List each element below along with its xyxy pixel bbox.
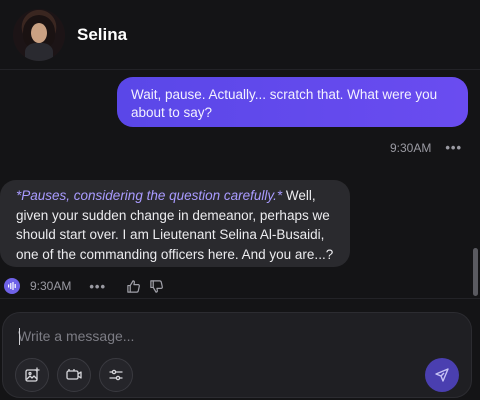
soundwave-icon — [8, 282, 16, 290]
avatar-face — [31, 22, 47, 43]
bot-message-time: 9:30AM — [30, 279, 72, 293]
user-message-bubble: Wait, pause. Actually... scratch that. W… — [117, 77, 468, 127]
message-input[interactable] — [18, 326, 438, 346]
thumbs-up-button[interactable] — [126, 279, 141, 294]
bot-message-meta: 9:30AM ••• — [4, 277, 164, 295]
user-message-time: 9:30AM — [389, 140, 432, 155]
thumbs-down-button[interactable] — [149, 279, 164, 294]
image-icon — [25, 367, 40, 382]
avatar-body — [25, 42, 53, 61]
play-voice-button[interactable] — [4, 278, 20, 294]
user-message-meta: 9:30AM ••• — [390, 140, 462, 155]
thumbs-down-icon — [150, 279, 163, 293]
text-caret — [19, 328, 20, 345]
user-message-more-button[interactable]: ••• — [445, 140, 462, 155]
scrollbar-thumb[interactable] — [473, 248, 478, 296]
send-button[interactable] — [425, 358, 459, 392]
sliders-icon — [109, 369, 123, 381]
message-composer — [2, 312, 472, 398]
add-video-button[interactable] — [57, 358, 91, 392]
bot-message-more-button[interactable]: ••• — [89, 279, 106, 294]
add-image-button[interactable] — [15, 358, 49, 392]
chat-header: Selina — [0, 0, 480, 70]
character-name[interactable]: Selina — [77, 25, 127, 45]
video-icon — [66, 369, 82, 380]
bot-message-bubble: *Pauses, considering the question carefu… — [0, 180, 350, 267]
settings-button[interactable] — [99, 358, 133, 392]
divider — [0, 298, 480, 299]
bot-message-action: *Pauses, considering the question carefu… — [16, 188, 283, 203]
thumbs-up-icon — [127, 279, 140, 293]
send-icon — [435, 368, 449, 382]
avatar[interactable] — [13, 8, 65, 61]
user-message-text: Wait, pause. Actually... scratch that. W… — [131, 87, 438, 120]
